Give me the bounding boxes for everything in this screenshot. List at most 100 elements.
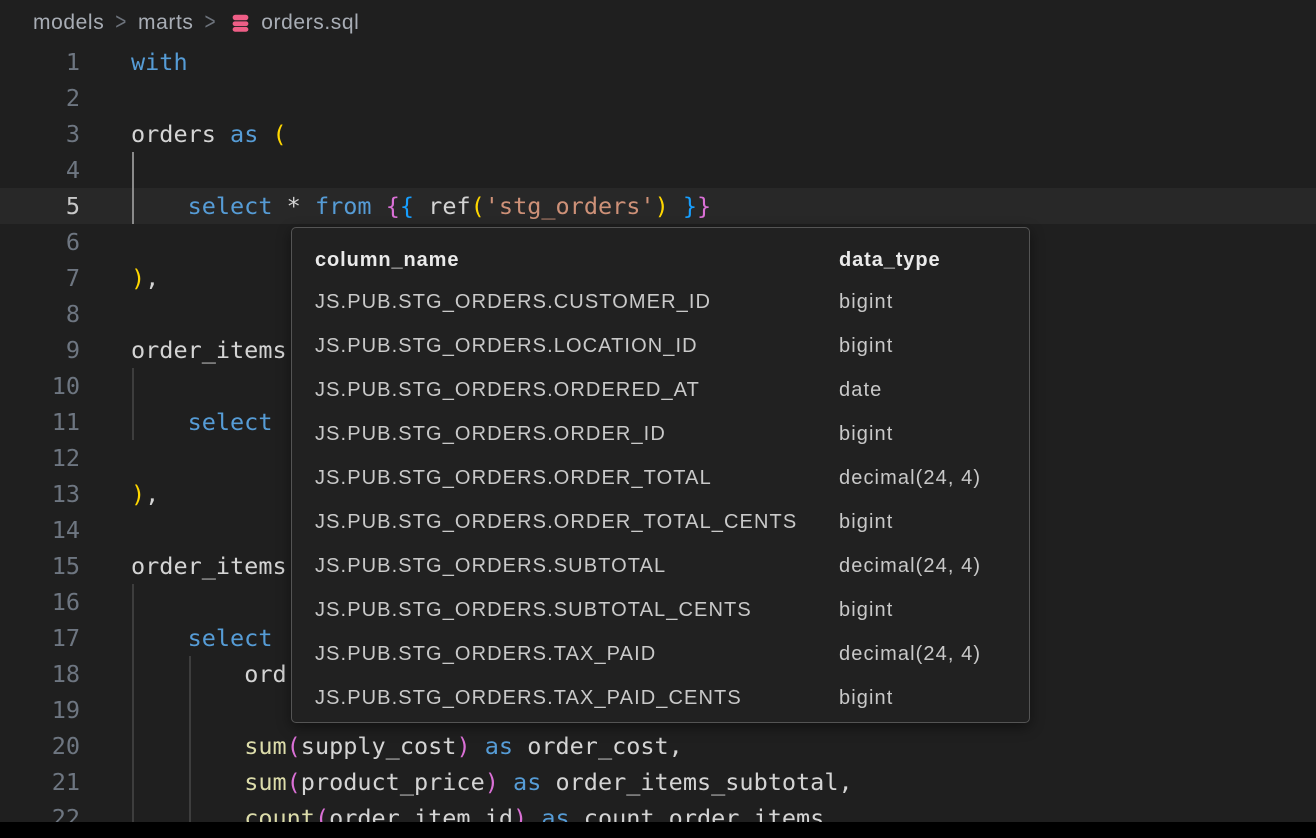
code-token: ( — [471, 192, 485, 220]
line-number[interactable]: 18 — [0, 656, 80, 692]
line-number[interactable]: 12 — [0, 440, 80, 476]
code-text[interactable]: select * from {{ ref('stg_orders') }} — [131, 188, 711, 224]
indent-guide — [132, 692, 134, 728]
line-number[interactable]: 2 — [0, 80, 80, 116]
tooltip-header-data-type: data_type — [839, 249, 1029, 272]
code-token — [131, 624, 188, 652]
line-number[interactable]: 3 — [0, 116, 80, 152]
code-token: , — [145, 264, 159, 292]
data-type-cell: decimal(24, 4) — [839, 555, 1029, 578]
code-text[interactable]: sum(product_price) as order_items_subtot… — [131, 764, 853, 800]
code-line[interactable]: 5 select * from {{ ref('stg_orders') }} — [0, 188, 1316, 224]
table-row: JS.PUB.STG_ORDERS.ORDERED_ATdate — [315, 368, 1029, 412]
column-name-cell: JS.PUB.STG_ORDERS.LOCATION_ID — [315, 335, 839, 358]
code-token: select — [188, 192, 273, 220]
code-token — [499, 768, 513, 796]
editor-window: models > marts > orders.sql 1 with 23 orders as… — [0, 0, 1316, 838]
column-name-cell: JS.PUB.STG_ORDERS.CUSTOMER_ID — [315, 291, 839, 314]
window-edge — [0, 822, 1316, 838]
line-number[interactable]: 6 — [0, 224, 80, 260]
line-number[interactable]: 16 — [0, 584, 80, 620]
table-row: JS.PUB.STG_ORDERS.TAX_PAID_CENTSbigint — [315, 676, 1029, 720]
breadcrumb-item-models[interactable]: models — [33, 11, 104, 35]
code-token: } — [697, 192, 711, 220]
breadcrumb-separator: > — [115, 9, 127, 37]
code-token — [669, 192, 683, 220]
code-token: ) — [131, 480, 145, 508]
line-number[interactable]: 21 — [0, 764, 80, 800]
column-info-tooltip: column_name data_type JS.PUB.STG_ORDERS.… — [291, 227, 1030, 723]
indent-guide — [132, 368, 134, 404]
code-text[interactable]: ), — [131, 260, 159, 296]
column-name-cell: JS.PUB.STG_ORDERS.ORDER_ID — [315, 423, 839, 446]
code-token: order_cost, — [527, 732, 683, 760]
line-number[interactable]: 4 — [0, 152, 80, 188]
code-token — [471, 732, 485, 760]
code-token — [414, 192, 428, 220]
code-line[interactable]: 2 — [0, 80, 1316, 116]
indent-guide — [189, 692, 191, 728]
code-token: order_items — [131, 336, 287, 364]
code-token: from — [315, 192, 372, 220]
indent-guide — [132, 152, 134, 188]
tooltip-body: JS.PUB.STG_ORDERS.CUSTOMER_IDbigintJS.PU… — [315, 280, 1029, 720]
code-token: , — [145, 480, 159, 508]
code-token: sum — [244, 768, 286, 796]
code-token: 'stg_orders' — [485, 192, 655, 220]
code-token: } — [683, 192, 697, 220]
line-number[interactable]: 13 — [0, 476, 80, 512]
database-icon — [230, 12, 251, 34]
code-line[interactable]: 21 sum(product_price) as order_items_sub… — [0, 764, 1316, 800]
column-name-cell: JS.PUB.STG_ORDERS.SUBTOTAL_CENTS — [315, 599, 839, 622]
tooltip-header-row: column_name data_type — [315, 240, 1029, 280]
line-number[interactable]: 8 — [0, 296, 80, 332]
line-number[interactable]: 5 — [0, 188, 80, 224]
line-number[interactable]: 19 — [0, 692, 80, 728]
code-token — [513, 732, 527, 760]
code-token: * — [287, 192, 301, 220]
code-token — [372, 192, 386, 220]
code-token: orders — [131, 120, 216, 148]
code-line[interactable]: 4 — [0, 152, 1316, 188]
code-text[interactable]: with — [131, 44, 188, 80]
breadcrumb-item-orders-sql[interactable]: orders.sql — [261, 11, 359, 35]
code-text[interactable]: order_items — [131, 332, 287, 368]
code-text[interactable]: order_items — [131, 548, 287, 584]
code-token: ) — [655, 192, 669, 220]
code-token: with — [131, 48, 188, 76]
table-row: JS.PUB.STG_ORDERS.ORDER_TOTAL_CENTSbigin… — [315, 500, 1029, 544]
line-number[interactable]: 11 — [0, 404, 80, 440]
line-number[interactable]: 20 — [0, 728, 80, 764]
code-token: { — [386, 192, 400, 220]
code-token — [258, 120, 272, 148]
code-text[interactable]: ord — [131, 656, 287, 692]
code-line[interactable]: 20 sum(supply_cost) as order_cost, — [0, 728, 1316, 764]
line-number[interactable]: 1 — [0, 44, 80, 80]
code-text[interactable]: sum(supply_cost) as order_cost, — [131, 728, 683, 764]
line-number[interactable]: 9 — [0, 332, 80, 368]
line-number[interactable]: 7 — [0, 260, 80, 296]
code-line[interactable]: 1 with — [0, 44, 1316, 80]
code-text[interactable]: select — [131, 620, 272, 656]
table-row: JS.PUB.STG_ORDERS.ORDER_TOTALdecimal(24,… — [315, 456, 1029, 500]
code-token: as — [485, 732, 513, 760]
line-number[interactable]: 17 — [0, 620, 80, 656]
code-text[interactable]: orders as ( — [131, 116, 287, 152]
breadcrumb-item-marts[interactable]: marts — [138, 11, 194, 35]
code-text[interactable]: select — [131, 404, 272, 440]
breadcrumb-separator: > — [205, 9, 217, 37]
code-token: select — [188, 408, 273, 436]
column-name-cell: JS.PUB.STG_ORDERS.TAX_PAID — [315, 643, 839, 666]
line-number[interactable]: 15 — [0, 548, 80, 584]
indent-guide — [132, 584, 134, 620]
code-line[interactable]: 3 orders as ( — [0, 116, 1316, 152]
code-text[interactable]: ), — [131, 476, 159, 512]
line-number[interactable]: 10 — [0, 368, 80, 404]
code-token: ) — [456, 732, 470, 760]
table-row: JS.PUB.STG_ORDERS.SUBTOTALdecimal(24, 4) — [315, 544, 1029, 588]
data-type-cell: date — [839, 379, 1029, 402]
data-type-cell: bigint — [839, 291, 1029, 314]
line-number[interactable]: 14 — [0, 512, 80, 548]
code-token: ord — [244, 660, 286, 688]
code-token: ) — [131, 264, 145, 292]
